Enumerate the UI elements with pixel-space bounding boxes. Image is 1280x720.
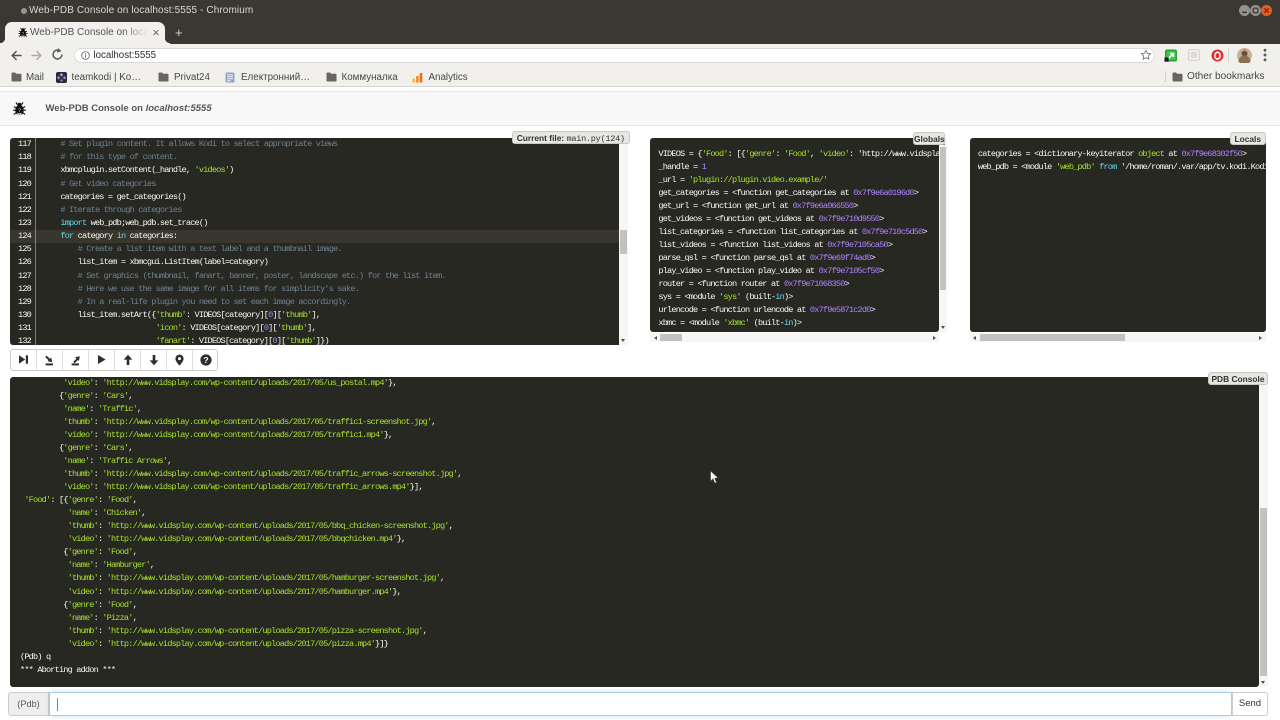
svg-text:?: ? (22, 31, 24, 35)
svg-text:?: ? (18, 107, 21, 113)
svg-text:?: ? (203, 355, 208, 365)
